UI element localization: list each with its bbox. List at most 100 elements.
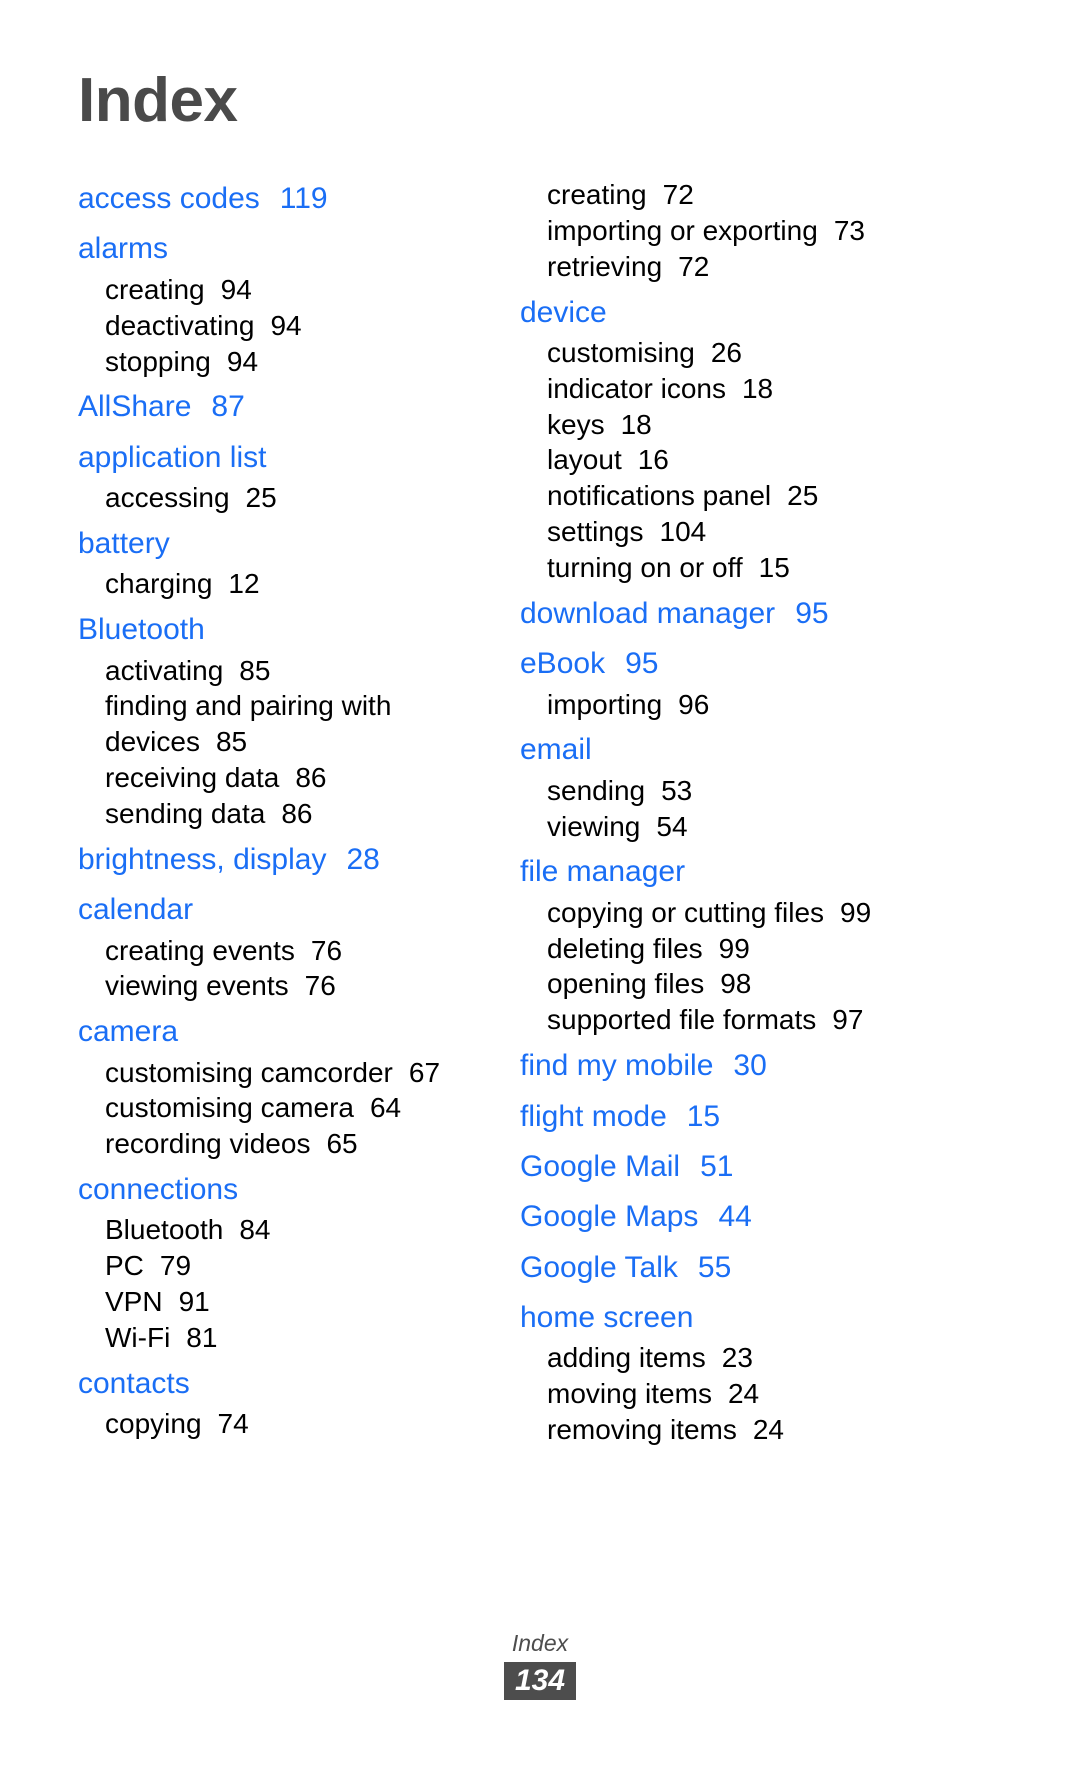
index-subentry[interactable]: moving items 24 <box>520 1376 920 1412</box>
index-subentry-page: 94 <box>270 309 302 341</box>
index-group: device customising 26 indicator icons 18 keys… <box>520 291 920 586</box>
index-heading-label: battery <box>78 526 170 560</box>
index-heading[interactable]: application list <box>78 436 478 480</box>
index-subentry[interactable]: VPN 91 <box>78 1284 478 1320</box>
index-subentry[interactable]: viewing events 76 <box>78 968 478 1004</box>
index-subentry[interactable]: customising 26 <box>520 335 920 371</box>
index-heading[interactable]: brightness, display 28 <box>78 838 478 882</box>
index-heading-label: alarms <box>78 232 169 266</box>
index-group: access codes 119 <box>78 177 478 221</box>
index-subentry-label: stopping <box>105 345 211 377</box>
index-subentry-label: customising <box>547 336 695 368</box>
index-subentry-label: sending <box>547 774 646 806</box>
index-subentry[interactable]: indicator icons 18 <box>520 371 920 407</box>
index-subentry[interactable]: creating 72 <box>520 177 920 213</box>
index-subentry[interactable]: keys 18 <box>520 407 920 443</box>
index-subentry-page: 64 <box>369 1092 402 1124</box>
index-heading-label: camera <box>78 1015 179 1049</box>
index-subentry[interactable]: opening files 98 <box>520 966 920 1002</box>
index-subentry[interactable]: finding and pairing with devices 85 <box>78 688 478 760</box>
index-heading[interactable]: connections <box>78 1168 478 1212</box>
index-subentry[interactable]: layout 16 <box>520 442 920 478</box>
index-subentry[interactable]: PC 79 <box>78 1248 478 1284</box>
index-subentry[interactable]: creating events 76 <box>78 933 478 969</box>
index-subentry[interactable]: receiving data 86 <box>78 760 478 796</box>
index-heading-label: connections <box>78 1173 239 1207</box>
index-heading[interactable]: find my mobile 30 <box>520 1044 920 1088</box>
index-subentry-page: 25 <box>787 480 819 512</box>
index-heading-label: AllShare <box>78 390 192 424</box>
index-heading-page: 51 <box>700 1149 734 1183</box>
index-heading-page: 55 <box>697 1250 732 1284</box>
index-subentry[interactable]: customising camcorder 67 <box>78 1055 478 1091</box>
index-heading[interactable]: Google Maps 44 <box>520 1195 920 1239</box>
index-subentry[interactable]: deactivating 94 <box>78 308 478 344</box>
index-heading[interactable]: Bluetooth <box>78 608 478 652</box>
index-subentry-label: moving items <box>547 1378 712 1410</box>
index-heading[interactable]: file manager <box>520 850 920 894</box>
index-subentry[interactable]: creating 94 <box>78 272 478 308</box>
index-subentry[interactable]: Bluetooth 84 <box>78 1212 478 1248</box>
index-heading[interactable]: flight mode 15 <box>520 1095 920 1139</box>
index-heading[interactable]: access codes 119 <box>78 177 478 221</box>
index-subentry-label: customising camcorder <box>105 1056 393 1088</box>
index-subentry-label: opening files <box>547 968 705 1000</box>
index-subentry[interactable]: removing items 24 <box>520 1412 920 1448</box>
index-heading[interactable]: AllShare 87 <box>78 385 478 429</box>
index-subentry[interactable]: copying or cutting files 99 <box>520 895 920 931</box>
index-column-right: creating 72 importing or exporting 73 retrie… <box>520 177 920 1454</box>
index-heading[interactable]: Google Talk 55 <box>520 1246 920 1290</box>
index-group: alarms creating 94 deactivating 94 stopping 94 <box>78 227 478 379</box>
index-heading[interactable]: battery <box>78 522 478 566</box>
index-subentry[interactable]: supported file formats 97 <box>520 1002 920 1038</box>
index-subentry[interactable]: stopping 94 <box>78 344 478 380</box>
index-heading[interactable]: calendar <box>78 888 478 932</box>
index-heading[interactable]: camera <box>78 1010 478 1054</box>
index-heading[interactable]: download manager 95 <box>520 592 920 636</box>
index-subentry[interactable]: recording videos 65 <box>78 1126 478 1162</box>
index-subentry-label: adding items <box>547 1342 706 1374</box>
index-subentry-label: viewing <box>547 810 641 842</box>
index-subentry[interactable]: charging 12 <box>78 566 478 602</box>
index-subentry[interactable]: settings 104 <box>520 514 920 550</box>
index-subentry-page: 23 <box>721 1342 753 1374</box>
index-group: connections Bluetooth 84 PC 79 VPN 91 Wi-Fi 81 <box>78 1168 478 1356</box>
index-subentry[interactable]: copying 74 <box>78 1406 478 1442</box>
index-group: battery charging 12 <box>78 522 478 602</box>
index-heading-label: contacts <box>78 1366 190 1400</box>
index-subentry[interactable]: customising camera 64 <box>78 1090 478 1126</box>
index-subentry-page: 24 <box>752 1414 784 1446</box>
index-subentry[interactable]: sending 53 <box>520 773 920 809</box>
index-heading-page: 95 <box>625 647 659 681</box>
index-heading[interactable]: alarms <box>78 227 478 271</box>
index-subentry[interactable]: viewing 54 <box>520 809 920 845</box>
page-title: Index <box>78 66 238 135</box>
index-subentry[interactable]: notifications panel 25 <box>520 478 920 514</box>
index-heading[interactable]: eBook 95 <box>520 642 920 686</box>
index-subentry[interactable]: accessing 25 <box>78 480 478 516</box>
index-subentry[interactable]: sending data 86 <box>78 796 478 832</box>
index-heading[interactable]: contacts <box>78 1362 478 1406</box>
index-subentry[interactable]: importing 96 <box>520 687 920 723</box>
index-subentry-label: notifications panel <box>547 480 772 512</box>
index-subentry[interactable]: Wi-Fi 81 <box>78 1320 478 1356</box>
index-subentry[interactable]: activating 85 <box>78 653 478 689</box>
index-subentry[interactable]: importing or exporting 73 <box>520 213 920 249</box>
index-heading[interactable]: device <box>520 291 920 335</box>
index-subentry-label: layout <box>547 444 622 476</box>
index-subentry[interactable]: adding items 23 <box>520 1340 920 1376</box>
index-subentry[interactable]: turning on or off 15 <box>520 550 920 586</box>
index-subentry-label: deactivating <box>105 309 255 341</box>
index-subentry-page: 65 <box>326 1128 358 1160</box>
index-heading[interactable]: home screen <box>520 1296 920 1340</box>
index-heading[interactable]: email <box>520 728 920 772</box>
index-subentry-label: viewing events <box>105 970 289 1002</box>
index-subentry-label: indicator icons <box>547 372 726 404</box>
index-subentry-page: 86 <box>295 762 327 794</box>
index-heading[interactable]: Google Mail 51 <box>520 1145 920 1189</box>
index-subentry-page: 18 <box>620 408 652 440</box>
index-subentry[interactable]: deleting files 99 <box>520 931 920 967</box>
index-subentry-label: deleting files <box>547 932 703 964</box>
index-subentry[interactable]: retrieving 72 <box>520 249 920 285</box>
index-subentry-page: 24 <box>727 1378 760 1410</box>
